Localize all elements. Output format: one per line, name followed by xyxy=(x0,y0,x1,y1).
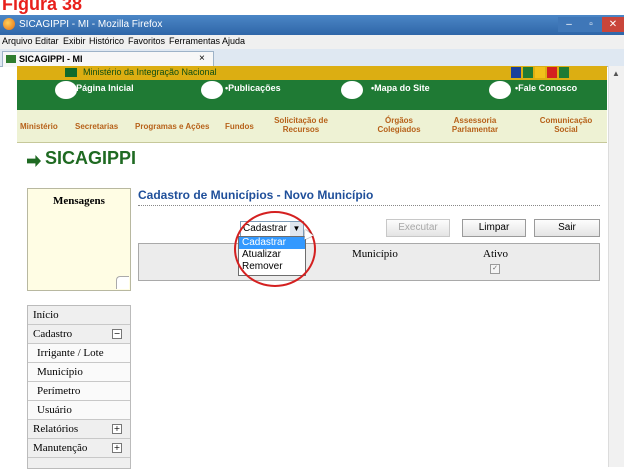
site-top-bar: Ministério da Integração Nacional xyxy=(17,66,607,80)
window-title: SICAGIPPI - MI - Mozilla Firefox xyxy=(19,19,163,30)
sidebar-item-manutencao[interactable]: Manutenção + xyxy=(28,439,130,458)
sidebar-item-cadastro[interactable]: Cadastro − xyxy=(28,325,130,344)
brazil-flag-icon xyxy=(65,68,77,77)
menu-ferramentas[interactable]: Ferramentas xyxy=(169,36,220,46)
sidebar-item-label: Cadastro xyxy=(33,328,73,340)
messages-panel: Mensagens xyxy=(27,188,131,291)
sidebar-item-relatorios[interactable]: Relatórios + xyxy=(28,420,130,439)
form-title: Cadastro de Municípios - Novo Município xyxy=(138,188,374,202)
tab-strip: SICAGIPPI - MI × xyxy=(0,49,624,67)
column-municipio[interactable]: Município xyxy=(352,248,398,260)
menu-exibir[interactable]: Exibir xyxy=(63,36,86,46)
firefox-icon xyxy=(3,18,15,30)
column-ativo[interactable]: Ativo xyxy=(483,248,508,260)
figure-caption: Figura 38 xyxy=(2,0,83,14)
menu-orgaos[interactable]: Órgãos Colegiados xyxy=(375,116,423,134)
site-favicon-icon xyxy=(6,55,16,63)
nav-publications-link[interactable]: •Publicações xyxy=(225,83,281,93)
menu-assessoria[interactable]: Assessoria Parlamentar xyxy=(443,116,507,134)
title-divider xyxy=(138,205,600,206)
sidebar-item-irrigante-lote[interactable]: Irrigante / Lote xyxy=(28,344,130,363)
sicagippi-logo-icon xyxy=(27,155,41,167)
menu-programas[interactable]: Programas e Ações xyxy=(135,122,209,131)
nav-contact-link[interactable]: •Fale Conosco xyxy=(515,83,577,93)
execute-button[interactable]: Executar xyxy=(386,219,450,237)
app-title: SICAGIPPI xyxy=(45,148,137,168)
sitemap-icon xyxy=(341,81,363,99)
tab-label: SICAGIPPI - MI xyxy=(19,54,83,64)
government-logo xyxy=(511,67,569,78)
site-nav-underline xyxy=(17,100,607,110)
expand-icon[interactable]: + xyxy=(112,443,122,453)
menu-secretarias[interactable]: Secretarias xyxy=(75,122,118,131)
menu-arquivo[interactable]: Arquivo xyxy=(2,36,33,46)
nav-home-link[interactable]: •Página Inicial xyxy=(73,83,134,93)
nav-sitemap-link[interactable]: •Mapa do Site xyxy=(371,83,430,93)
browser-menubar: Arquivo Editar Exibir Histórico Favorito… xyxy=(0,35,624,49)
menu-solicitacao[interactable]: Solicitação de Recursos xyxy=(271,116,331,134)
sidebar-item-inicio[interactable]: Início xyxy=(28,306,130,325)
sidebar-item-label: Município xyxy=(37,366,83,378)
highlight-circle xyxy=(234,211,316,287)
exit-button[interactable]: Sair xyxy=(534,219,600,237)
sidebar-item-label: Usuário xyxy=(37,404,72,416)
menu-historico[interactable]: Histórico xyxy=(89,36,124,46)
sidebar-item-municipio[interactable]: Município xyxy=(28,363,130,382)
expand-icon[interactable]: + xyxy=(112,424,122,434)
clear-button[interactable]: Limpar xyxy=(462,219,526,237)
site-nav-bar: •Página Inicial •Publicações •Mapa do Si… xyxy=(17,80,607,100)
tab-sicagippi[interactable]: SICAGIPPI - MI × xyxy=(2,51,214,67)
menu-comunicacao[interactable]: Comunicação Social xyxy=(531,116,601,134)
menu-fundos[interactable]: Fundos xyxy=(225,122,254,131)
menu-ministerio[interactable]: Ministério xyxy=(20,122,58,131)
vertical-scrollbar[interactable]: ▲ xyxy=(608,66,624,467)
page-curl-icon xyxy=(116,276,129,289)
minimize-button[interactable]: – xyxy=(558,17,580,32)
sidebar-item-label: Perímetro xyxy=(37,385,81,397)
menu-editar[interactable]: Editar xyxy=(35,36,59,46)
publications-icon xyxy=(201,81,223,99)
sidebar-item-label: Início xyxy=(33,309,59,321)
scroll-up-icon[interactable]: ▲ xyxy=(612,69,620,78)
menu-ajuda[interactable]: Ajuda xyxy=(222,36,245,46)
sidebar-item-usuario[interactable]: Usuário xyxy=(28,401,130,420)
menu-favoritos[interactable]: Favoritos xyxy=(128,36,165,46)
close-window-button[interactable]: ✕ xyxy=(602,17,624,32)
sidebar-item-label: Relatórios xyxy=(33,423,79,435)
ministry-label: Ministério da Integração Nacional xyxy=(83,67,217,77)
tab-close-icon[interactable]: × xyxy=(199,53,205,64)
collapse-icon[interactable]: − xyxy=(112,329,122,339)
sidebar-item-label: Manutenção xyxy=(33,442,88,454)
contact-icon xyxy=(489,81,511,99)
ativo-checkbox[interactable]: ✓ xyxy=(490,264,500,274)
sidebar-item-label: Irrigante / Lote xyxy=(37,347,104,359)
site-main-menu: Ministério Secretarias Programas e Ações… xyxy=(17,110,607,143)
window-titlebar: SICAGIPPI - MI - Mozilla Firefox – ▫ ✕ xyxy=(0,15,624,35)
messages-title: Mensagens xyxy=(53,195,105,207)
sidebar-menu: Início Cadastro − Irrigante / Lote Municí… xyxy=(27,305,131,469)
maximize-button[interactable]: ▫ xyxy=(580,17,602,32)
sidebar-item-perimetro[interactable]: Perímetro xyxy=(28,382,130,401)
